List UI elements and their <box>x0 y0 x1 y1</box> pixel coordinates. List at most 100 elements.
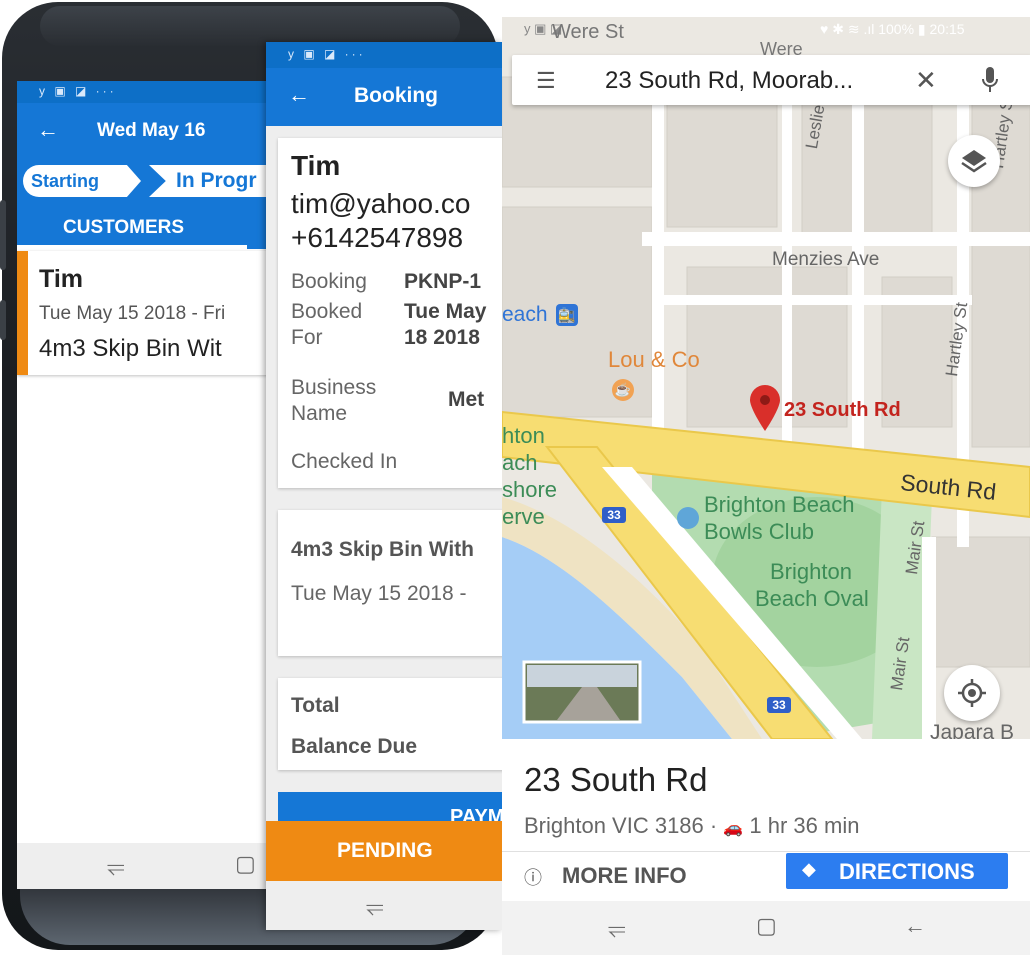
business-name-label: Business <box>291 376 377 399</box>
train-station-icon: 🚉 <box>556 304 578 326</box>
route-shield-icon-2: 33 <box>767 697 791 713</box>
map-label-foreshore-2: erve <box>502 504 545 529</box>
totals-card: Total Balance Due <box>278 678 502 770</box>
microphone-icon[interactable] <box>980 65 1000 95</box>
notification-icons: y ▣ ◪ ··· <box>39 84 117 98</box>
page-title: Wed May 16 <box>97 120 206 141</box>
location-pin-icon <box>750 385 780 431</box>
tab-customers-label: CUSTOMERS <box>63 217 185 238</box>
booked-for-value-2: 18 2018 <box>404 326 480 349</box>
customer-email[interactable]: tim@yahoo.co <box>291 188 470 220</box>
place-address: Brighton VIC 3186 · <box>524 813 724 838</box>
recent-apps-icon[interactable]: ⥫ <box>608 915 626 941</box>
recent-apps-icon[interactable]: ⥫ <box>366 893 384 919</box>
customer-name: Tim <box>39 265 83 293</box>
system-nav-bar: ⥫ <box>266 881 502 930</box>
customers-screen: y ▣ ◪ ··· ← Wed May 16 Starting In Progr… <box>17 81 277 889</box>
phone-top-bezel <box>40 6 460 46</box>
booked-for-value: Tue May <box>404 300 487 323</box>
back-arrow-icon[interactable]: ← <box>288 82 310 108</box>
place-subtitle: Brighton VIC 3186 · 🚗 1 hr 36 min <box>524 813 859 839</box>
hamburger-icon[interactable]: ☰ <box>536 68 556 94</box>
total-label: Total <box>291 694 340 717</box>
close-icon[interactable]: ✕ <box>915 65 937 96</box>
booking-item-card[interactable]: 4m3 Skip Bin With Tue May 15 2018 - <box>278 510 502 656</box>
map-label-bowls-club-1[interactable]: Brighton Beach <box>704 492 854 518</box>
system-status-icons: ♥ ✱ ≋ .ıl 100% ▮ 20:15 <box>820 21 965 37</box>
my-location-button[interactable] <box>944 665 1000 721</box>
booking-dates: Tue May 15 2018 - Fri <box>39 303 226 324</box>
cafe-icon[interactable]: ☕ <box>612 379 634 401</box>
place-sheet[interactable]: 23 South Rd Brighton VIC 3186 · 🚗 1 hr 3… <box>502 739 1030 955</box>
checked-in-label: Checked In <box>291 450 398 473</box>
tab-indicator <box>17 245 247 249</box>
map-label-were-st: Were St <box>552 21 624 43</box>
recent-apps-icon[interactable]: ⥫ <box>107 853 125 879</box>
map-label-lou-co[interactable]: Lou & Co <box>608 347 700 373</box>
business-name-label-2: Name <box>291 402 348 425</box>
map-label-bowls-club-2[interactable]: Bowls Club <box>704 519 814 545</box>
directions-icon: ◆ <box>802 859 816 879</box>
stage-tabs: Starting In Progr <box>17 161 277 207</box>
booking-screen: y ▣ ◪ ··· ← Booking Tim tim@yahoo.co +61… <box>266 42 502 930</box>
balance-due-label: Balance Due <box>291 735 418 758</box>
customer-phone[interactable]: +6142547898 <box>291 222 463 254</box>
more-info-label: MORE INFO <box>562 863 687 888</box>
pending-button[interactable]: PENDING <box>266 821 502 881</box>
business-name-value: Met <box>448 388 485 411</box>
status-accent-bar <box>17 251 28 375</box>
booking-details-card: Tim tim@yahoo.co +6142547898 Booking PKN… <box>278 138 502 488</box>
booking-label: Booking <box>291 270 367 293</box>
tab-in-progress[interactable]: In Progr <box>149 165 277 197</box>
back-arrow-icon[interactable]: ← <box>37 117 59 143</box>
app-bar: ← Wed May 16 <box>17 103 277 161</box>
map-label-brighton-beach-2: ach <box>502 450 538 475</box>
bixby-key <box>0 300 6 340</box>
map-label-pin: 23 South Rd <box>784 399 901 421</box>
item-title: 4m3 Skip Bin With <box>291 538 475 561</box>
info-icon: ⓘ <box>524 868 542 888</box>
customer-name: Tim <box>291 150 341 181</box>
app-bar: ← Booking <box>266 68 502 126</box>
directions-button[interactable]: ◆ DIRECTIONS <box>786 853 1008 889</box>
booked-for-label-2: For <box>291 326 323 349</box>
status-bar: y ▣ ◪ ··· <box>266 42 502 68</box>
booked-for-label: Booked <box>291 300 363 323</box>
product-name: 4m3 Skip Bin Wit <box>39 335 222 362</box>
search-query[interactable]: 23 South Rd, Moorab... <box>605 67 853 95</box>
map-label-station: each <box>502 303 548 326</box>
search-bar[interactable]: ☰ 23 South Rd, Moorab... ✕ <box>512 55 1030 105</box>
item-dates: Tue May 15 2018 - <box>291 582 467 605</box>
system-nav-bar: ⥫ ▢ ← <box>502 901 1030 955</box>
notification-icons: y ▣ ◪ ··· <box>288 47 366 61</box>
place-title: 23 South Rd <box>524 761 708 798</box>
drive-time: 1 hr 36 min <box>749 813 860 838</box>
tab-starting[interactable]: Starting <box>23 165 141 197</box>
customer-card[interactable]: Tim Tue May 15 2018 - Fri 4m3 Skip Bin W… <box>17 251 277 375</box>
layers-icon <box>961 150 987 173</box>
map-canvas[interactable] <box>502 17 1030 739</box>
crosshair-icon <box>958 679 986 707</box>
system-nav-bar: ⥫ ▢ <box>17 843 277 889</box>
map-label-menzies-ave: Menzies Ave <box>772 249 880 270</box>
home-icon[interactable]: ▢ <box>235 851 256 877</box>
map-label-brighton-beach-1: hton <box>502 423 545 448</box>
route-shield-icon: 33 <box>602 507 626 523</box>
map-label-oval-2: Beach Oval <box>755 586 869 611</box>
tab-customers[interactable]: CUSTOMERS <box>17 207 277 249</box>
pending-button-label: PENDING <box>337 839 433 862</box>
status-bar: y ▣ ◪ ··· <box>17 81 277 103</box>
divider <box>502 851 1030 852</box>
car-icon: 🚗 <box>723 820 744 837</box>
page-title: Booking <box>354 84 438 107</box>
map-label-foreshore-1: shore <box>502 477 558 502</box>
park-poi-icon[interactable] <box>677 507 699 529</box>
map-label-oval-1: Brighton <box>770 559 852 584</box>
back-icon[interactable]: ← <box>904 913 926 939</box>
maps-screen: y ▣ ◪ ♥ ✱ ≋ .ıl 100% ▮ 20:15 Were St Wer… <box>502 17 1030 955</box>
volume-key <box>0 200 6 270</box>
layers-button[interactable] <box>948 135 1000 187</box>
directions-label: DIRECTIONS <box>839 859 975 884</box>
booking-number: PKNP-1 <box>404 270 482 293</box>
home-icon[interactable]: ▢ <box>756 913 777 939</box>
